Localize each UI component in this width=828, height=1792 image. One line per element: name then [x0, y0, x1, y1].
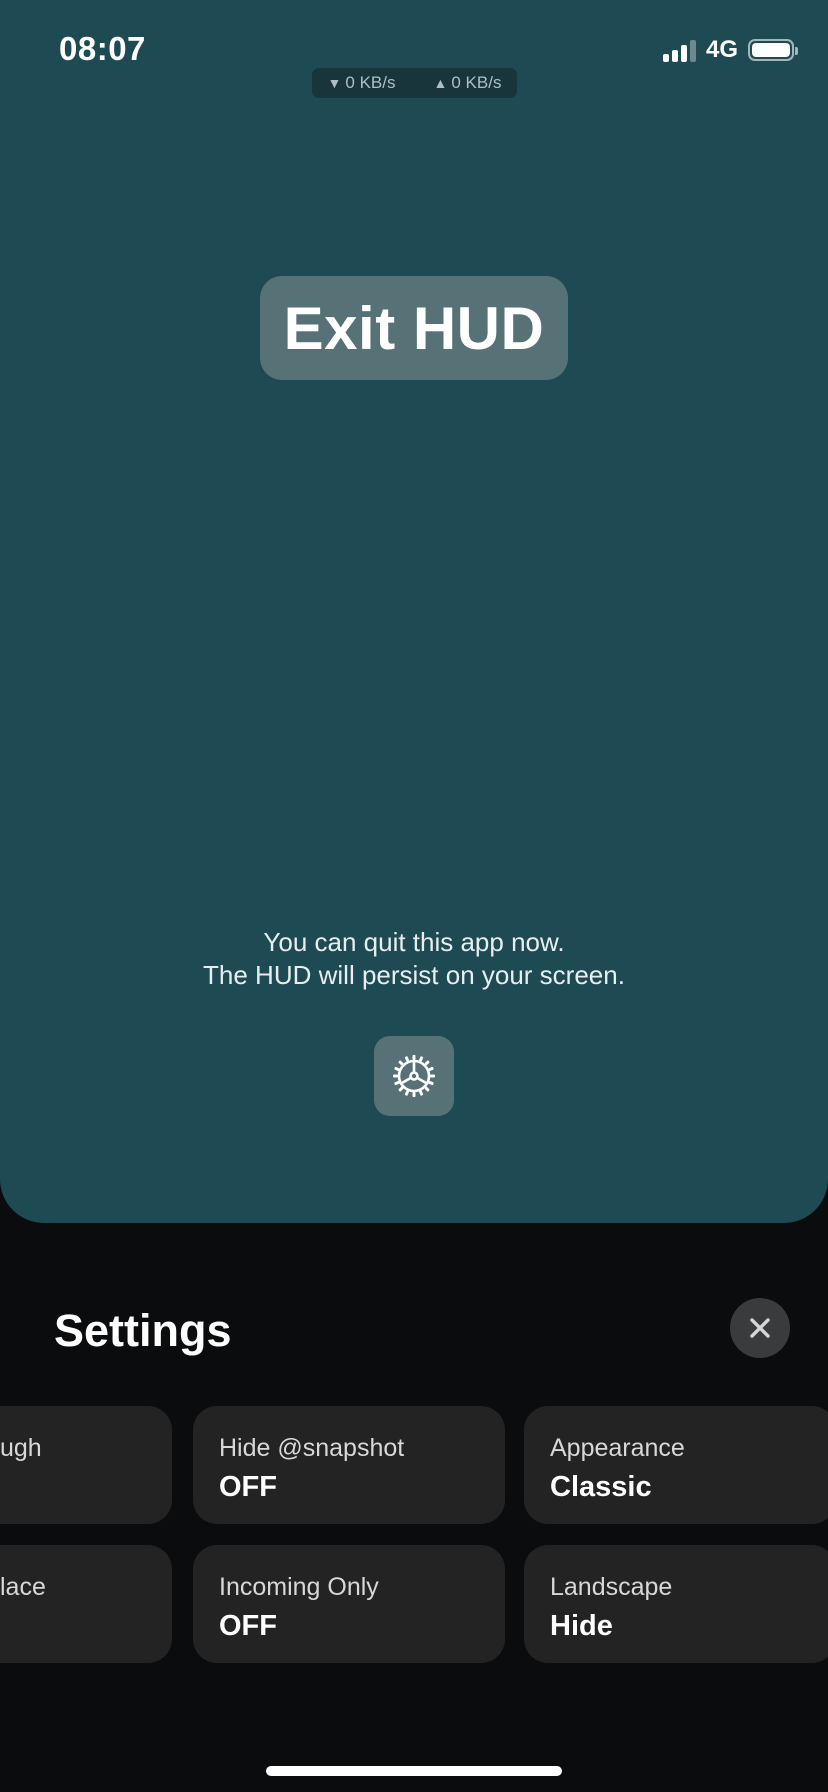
setting-tile-incoming-only[interactable]: Incoming Only OFF	[193, 1545, 505, 1663]
setting-label: Landscape	[550, 1573, 673, 1601]
upload-speed: ▲ 0 KB/s	[433, 73, 502, 92]
hud-app-area: 08:07 4G ▼ 0 KB/s ▲ 0 KB/s Exit HUD You ca…	[0, 0, 828, 1223]
cellular-signal-icon	[662, 38, 696, 62]
setting-value: OFF	[219, 1610, 277, 1642]
setting-value: OFF	[219, 1471, 277, 1503]
status-time: 08:07	[59, 30, 146, 67]
setting-label: Incoming Only	[219, 1573, 379, 1601]
setting-label: ugh	[0, 1434, 42, 1462]
status-indicators: 4G	[662, 36, 798, 64]
exit-hud-button[interactable]: Exit HUD	[260, 276, 568, 380]
download-arrow-icon: ▼	[327, 75, 342, 91]
setting-tile-passthrough[interactable]: ugh	[0, 1406, 172, 1524]
info-message: You can quit this app now. The HUD will …	[0, 926, 828, 992]
setting-tile-appearance[interactable]: Appearance Classic	[524, 1406, 828, 1524]
setting-tile-hide-snapshot[interactable]: Hide @snapshot OFF	[193, 1406, 505, 1524]
info-line-2: The HUD will persist on your screen.	[203, 960, 625, 990]
settings-button[interactable]	[374, 1036, 454, 1116]
screen: 08:07 4G ▼ 0 KB/s ▲ 0 KB/s Exit HUD You ca…	[0, 0, 828, 1792]
setting-label: Appearance	[550, 1434, 685, 1462]
setting-tile-replace[interactable]: lace	[0, 1545, 172, 1663]
battery-icon	[748, 39, 798, 61]
network-speed-pill: ▼ 0 KB/s ▲ 0 KB/s	[312, 68, 517, 98]
upload-arrow-icon: ▲	[433, 75, 448, 91]
settings-title: Settings	[54, 1305, 232, 1356]
close-settings-button[interactable]	[730, 1298, 790, 1358]
gear-icon	[393, 1055, 435, 1097]
setting-value: Hide	[550, 1610, 613, 1642]
network-type: 4G	[705, 36, 738, 63]
home-indicator[interactable]	[266, 1766, 562, 1776]
download-speed: ▼ 0 KB/s	[327, 73, 396, 92]
close-icon	[750, 1318, 770, 1338]
setting-tile-landscape[interactable]: Landscape Hide	[524, 1545, 828, 1663]
info-line-1: You can quit this app now.	[263, 927, 565, 957]
setting-label: lace	[0, 1573, 46, 1601]
setting-label: Hide @snapshot	[219, 1434, 405, 1462]
setting-value: Classic	[550, 1471, 652, 1503]
